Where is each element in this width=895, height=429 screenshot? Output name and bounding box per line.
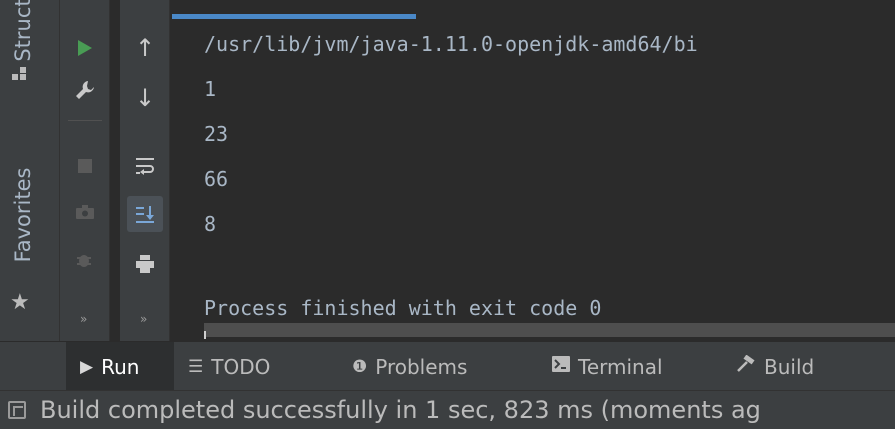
run-icon (78, 40, 92, 56)
bottom-tool-tabs: ▶ Run ☰ TODO ❶ Problems Terminal Build (0, 341, 895, 391)
console-line: /usr/lib/jvm/java-1.11.0-openjdk-amd64/b… (204, 32, 698, 56)
tab-problems[interactable]: ❶ Problems (352, 342, 467, 391)
status-bar: Build completed successfully in 1 sec, 8… (0, 390, 895, 429)
print-button[interactable] (127, 246, 163, 282)
tool-window-toggle-icon[interactable] (8, 401, 26, 419)
favorites-tool-tab[interactable]: Favorites (3, 150, 43, 280)
console-line: 23 (204, 122, 229, 146)
structure-tab-label: Struct (11, 0, 35, 62)
active-run-tab-indicator (172, 14, 416, 19)
arrow-down-icon: ↓ (134, 84, 156, 112)
dump-threads-button[interactable] (67, 194, 103, 230)
camera-icon (76, 205, 94, 219)
more-actions-chevron[interactable]: » (140, 312, 147, 326)
horizontal-scrollbar[interactable] (204, 323, 895, 337)
more-actions-chevron[interactable]: » (80, 312, 87, 326)
stop-icon (78, 159, 92, 173)
console-line: 66 (204, 167, 229, 191)
stop-button[interactable] (67, 148, 103, 184)
edit-configuration-button[interactable] (67, 72, 103, 108)
previous-occurrence-button[interactable]: ↑ (127, 30, 163, 66)
star-icon: ★ (10, 290, 30, 315)
console-output[interactable]: /usr/lib/jvm/java-1.11.0-openjdk-amd64/b… (172, 0, 895, 341)
console-line: 8 (204, 212, 217, 236)
tab-todo[interactable]: ☰ TODO (188, 342, 270, 391)
scroll-to-end-icon (136, 206, 154, 223)
soft-wrap-button[interactable] (127, 148, 163, 184)
rerun-button[interactable] (67, 30, 103, 66)
tab-run-label: Run (101, 354, 140, 379)
tab-run[interactable]: ▶ Run (66, 342, 174, 391)
run-triangle-icon: ▶ (80, 356, 94, 377)
run-toolbar-secondary: ↑ ↓ » (120, 0, 170, 341)
toolbar-separator (68, 120, 102, 121)
scroll-to-end-button[interactable] (127, 196, 163, 232)
tab-terminal[interactable]: Terminal (552, 342, 663, 391)
favorites-tab-label: Favorites (11, 167, 35, 263)
bug-icon (77, 255, 91, 267)
left-tool-strip: Struct Favorites ★ (0, 0, 60, 341)
soft-wrap-icon (136, 158, 154, 175)
structure-tool-tab[interactable]: Struct (3, 0, 43, 62)
ide-window: Struct Favorites ★ » ↑ ↓ » /usr/lib/jvm/… (0, 0, 895, 429)
status-message[interactable]: Build completed successfully in 1 sec, 8… (40, 396, 761, 424)
console-line: 1 (204, 77, 217, 101)
wrench-icon (76, 81, 94, 99)
list-icon: ☰ (188, 356, 204, 377)
tab-build-label: Build (764, 354, 815, 379)
exclamation-circle-icon: ❶ (352, 356, 368, 377)
tab-todo-label: TODO (211, 354, 271, 379)
debug-bug-button[interactable] (67, 242, 103, 278)
arrow-up-icon: ↑ (134, 34, 156, 62)
run-toolbar-primary: » (60, 0, 110, 341)
tab-terminal-label: Terminal (578, 354, 663, 379)
terminal-icon (552, 356, 570, 377)
next-occurrence-button[interactable]: ↓ (127, 80, 163, 116)
console-line: Process finished with exit code 0 (204, 296, 602, 320)
tab-problems-label: Problems (375, 354, 468, 379)
hammer-icon (736, 354, 756, 378)
print-icon (136, 255, 154, 273)
tab-build[interactable]: Build (736, 342, 814, 391)
text-caret (204, 331, 206, 339)
structure-icon (12, 66, 28, 86)
